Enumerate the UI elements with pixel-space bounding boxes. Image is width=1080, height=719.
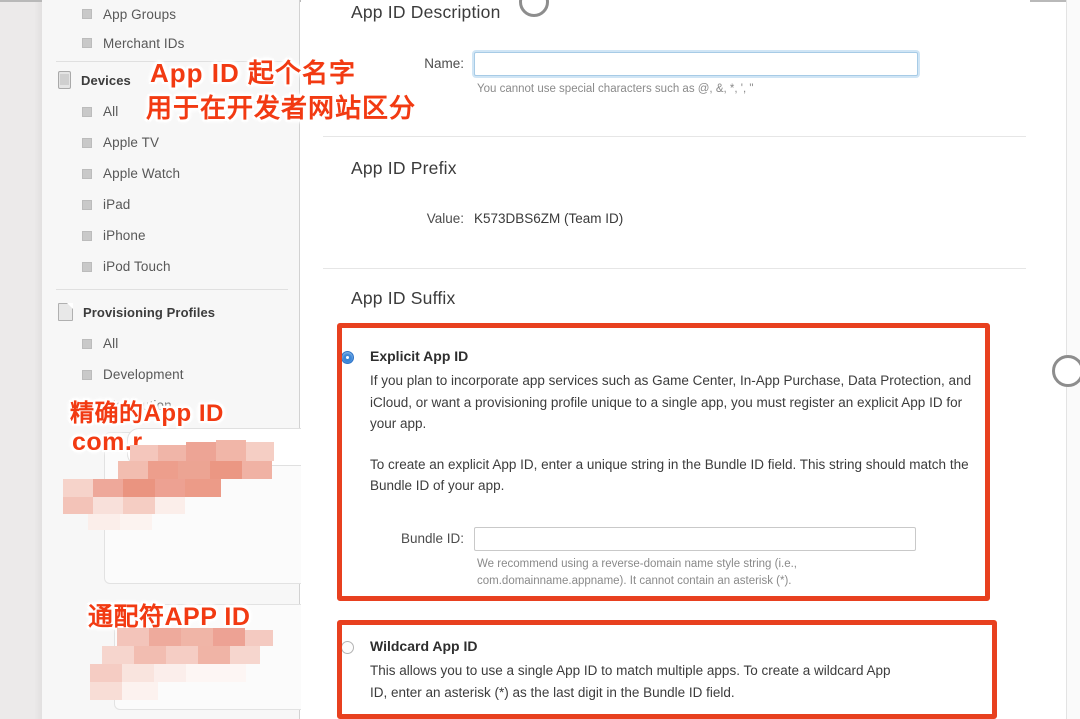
bullet-icon — [82, 9, 92, 19]
sidebar-item-ipod-touch[interactable]: iPod Touch — [42, 251, 300, 282]
sidebar-item-label: iPad — [103, 197, 131, 212]
page-gutter-left — [0, 0, 42, 719]
sidebar-item-label: iPod Touch — [103, 259, 171, 274]
sidebar-group-label: Provisioning Profiles — [83, 304, 216, 320]
annotation-text-top-line-2: 用于在开发者网站区分 — [146, 93, 417, 123]
annotation-ring-right — [1052, 355, 1080, 387]
sidebar-item-profiles-all[interactable]: All — [42, 328, 300, 359]
bullet-icon — [82, 38, 92, 48]
sidebar-item-label: Development — [103, 367, 184, 382]
sidebar-separator — [42, 282, 300, 296]
sidebar-item-label: Merchant IDs — [103, 35, 185, 51]
section-title-app-id-description: App ID Description — [351, 2, 501, 22]
gutter-shadow — [34, 0, 42, 719]
annotation-text-top-line-1: App ID 起个名字 — [150, 58, 356, 88]
sidebar-group-provisioning-profiles[interactable]: Provisioning Profiles — [42, 296, 300, 328]
bullet-icon — [82, 168, 92, 179]
sidebar-item-ipad[interactable]: iPad — [42, 189, 300, 220]
sidebar-item-development[interactable]: Development — [42, 359, 300, 390]
annotation-box-wildcard-app-id — [337, 620, 997, 719]
name-field-hint: You cannot use special characters such a… — [477, 83, 754, 95]
divider — [323, 136, 1026, 137]
bullet-icon — [82, 137, 92, 148]
annotation-box-explicit-app-id — [337, 323, 990, 601]
section-title-app-id-prefix: App ID Prefix — [351, 158, 457, 178]
sidebar-item-label: Apple Watch — [103, 166, 181, 181]
bullet-icon — [82, 106, 92, 117]
bullet-icon — [82, 230, 92, 241]
sidebar-item-apple-tv[interactable]: Apple TV — [42, 127, 300, 158]
sidebar-item-label: App Groups — [103, 6, 177, 22]
device-icon — [58, 71, 71, 89]
prefix-value: K573DBS6ZM (Team ID) — [474, 211, 624, 226]
sidebar-item-label: Apple TV — [103, 135, 160, 150]
sidebar-item-iphone[interactable]: iPhone — [42, 220, 300, 251]
divider — [323, 268, 1026, 269]
screenshot-root: App Groups Merchant IDs Devices All Appl… — [0, 0, 1080, 719]
bullet-icon — [82, 338, 92, 349]
bullet-icon — [82, 199, 92, 210]
bullet-icon — [82, 261, 92, 272]
bullet-icon — [82, 369, 92, 380]
sidebar-item-label: iPhone — [103, 228, 146, 243]
sidebar-item-label: All — [103, 104, 119, 119]
document-icon — [58, 303, 73, 321]
sidebar-item-apple-watch[interactable]: Apple Watch — [42, 158, 300, 189]
annotation-text-explicit-line-1: 精确的App ID — [70, 400, 224, 427]
prefix-value-label: Value: — [426, 211, 464, 226]
sidebar-item-app-groups[interactable]: App Groups — [42, 0, 300, 28]
sidebar-item-label: All — [103, 336, 119, 351]
sidebar-group-label: Devices — [81, 72, 131, 88]
name-input[interactable] — [474, 52, 918, 76]
section-title-app-id-suffix: App ID Suffix — [351, 288, 456, 308]
